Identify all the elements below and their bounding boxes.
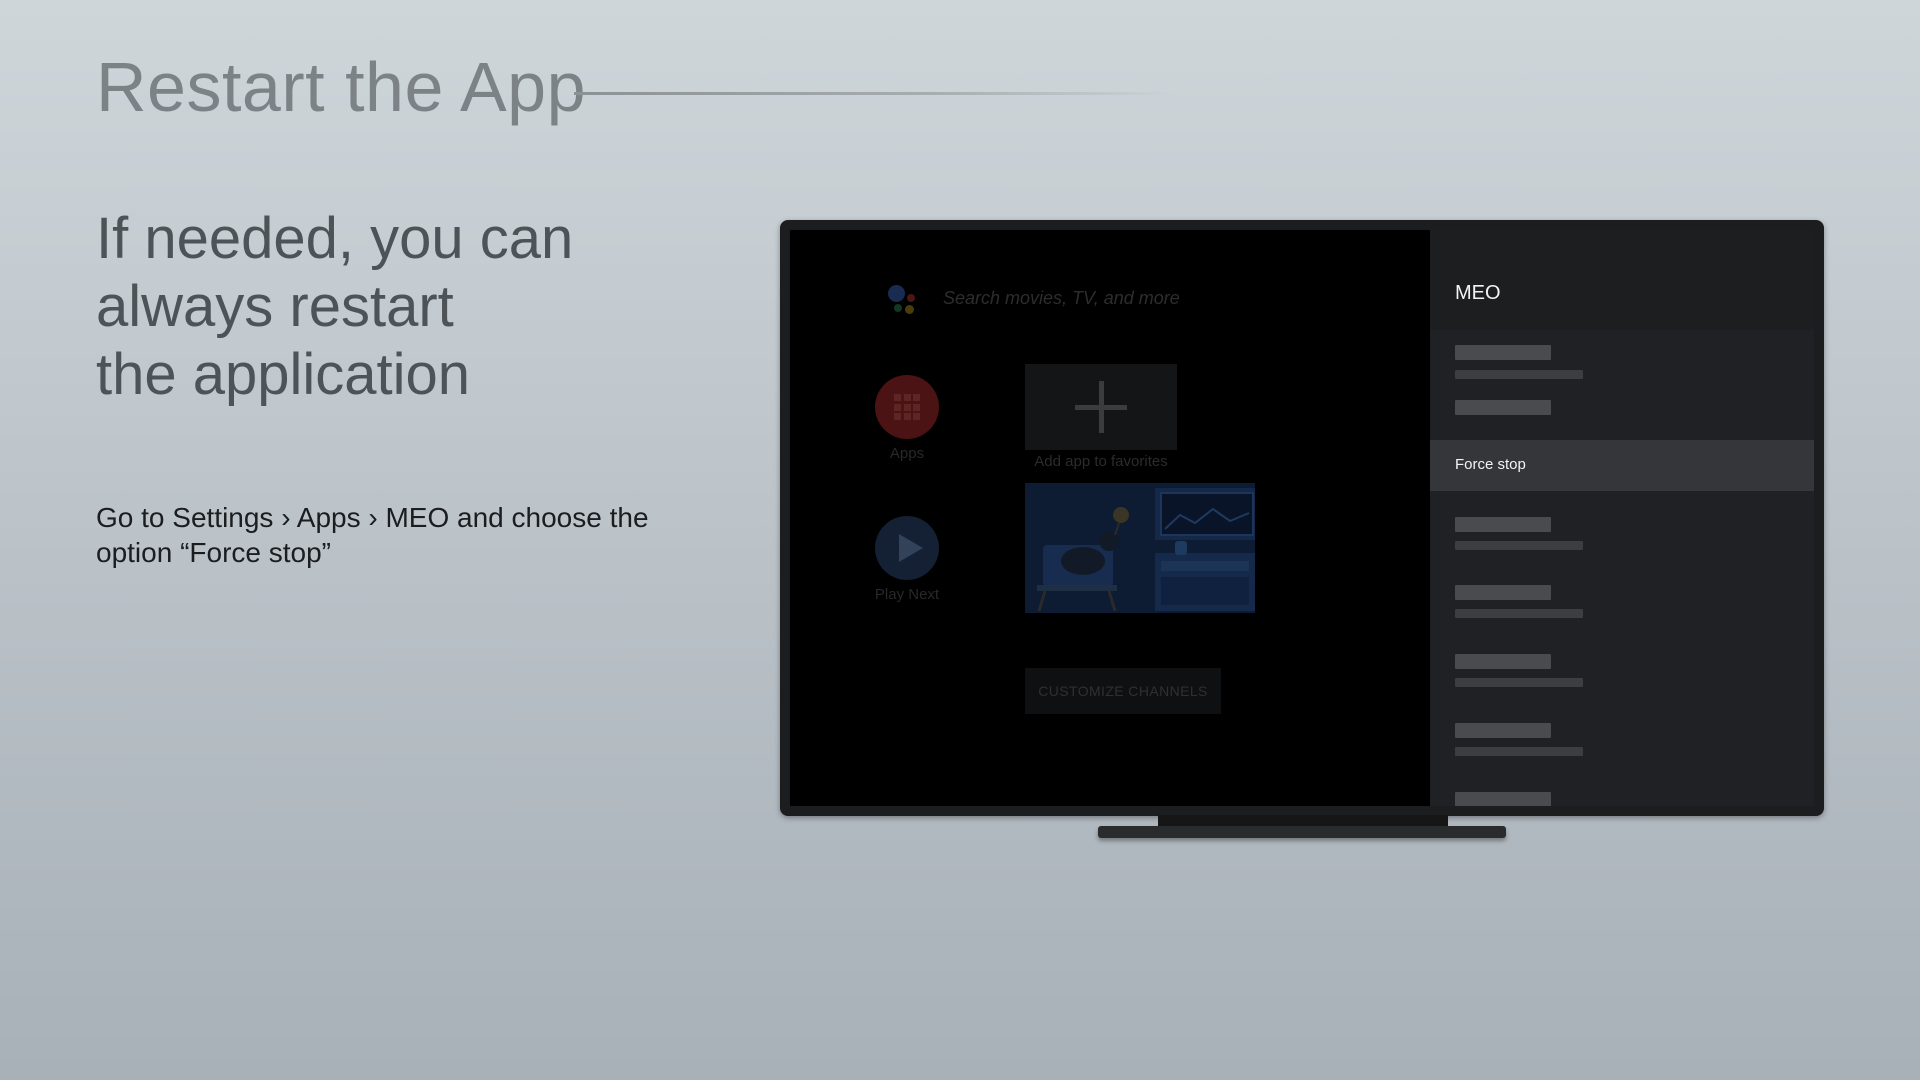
tv-stand-base	[1098, 826, 1506, 838]
apps-label: Apps	[889, 445, 925, 462]
content-thumbnail[interactable]	[1025, 483, 1255, 613]
lead-line-2: always restart	[96, 274, 454, 339]
search-placeholder[interactable]: Search movies, TV, and more	[943, 288, 1180, 309]
lead-line-3: the application	[96, 342, 471, 407]
title-divider	[574, 92, 1174, 95]
settings-panel: MEO Force stop	[1430, 230, 1814, 806]
add-favorite-tile[interactable]	[1025, 364, 1177, 450]
tv-illustration: Search movies, TV, and more Apps Play Ne…	[780, 220, 1824, 816]
settings-panel-header	[1430, 230, 1814, 330]
android-tv-home: Search movies, TV, and more Apps Play Ne…	[790, 230, 1430, 806]
play-icon	[899, 534, 923, 562]
force-stop-label: Force stop	[1455, 456, 1526, 473]
lead-line-1: If needed, you can	[96, 206, 574, 271]
dog-on-chair-illustration	[1025, 483, 1255, 613]
apps-button[interactable]	[875, 375, 939, 439]
add-favorite-label: Add app to favorites	[1034, 453, 1168, 470]
lead-text: If needed, you can always restart the ap…	[96, 205, 716, 409]
play-next-button[interactable]	[875, 516, 939, 580]
force-stop-option[interactable]: Force stop	[1430, 440, 1814, 491]
play-next-label: Play Next	[874, 586, 940, 603]
tv-screen: Search movies, TV, and more Apps Play Ne…	[790, 230, 1814, 806]
customize-channels-button[interactable]: CUSTOMIZE CHANNELS	[1025, 668, 1221, 714]
apps-grid-icon	[894, 394, 920, 420]
slide-title: Restart the App	[96, 48, 587, 126]
google-assistant-icon[interactable]	[888, 285, 924, 319]
settings-panel-title: MEO	[1455, 282, 1501, 304]
instruction-text: Go to Settings › Apps › MEO and choose t…	[96, 502, 649, 568]
